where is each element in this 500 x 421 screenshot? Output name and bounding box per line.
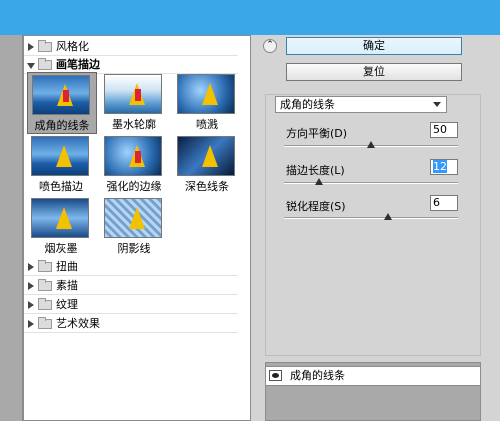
thumb-image [104,198,162,238]
thumb-image [177,74,235,114]
thumb-image [31,198,89,238]
expand-arrow-icon[interactable] [28,282,34,290]
thumb-image [104,74,162,114]
thumbnail-sumi-e[interactable]: 烟灰墨 [27,196,97,258]
thumb-image [31,136,89,176]
thumbnail-label: 成角的线条 [34,119,90,132]
expand-arrow-icon[interactable] [28,301,34,309]
slider-thumb[interactable] [384,213,393,220]
category-label: 素描 [56,279,78,292]
folder-icon [38,298,52,310]
thumbnail-sprayed-strokes[interactable]: 喷色描边 [27,134,97,196]
effect-layer-label: 成角的线条 [290,369,345,382]
folder-icon [38,40,52,52]
category-stylize[interactable]: 风格化 [24,38,238,56]
folder-icon [38,317,52,329]
param-label-stroke-length: 描边长度(L) [286,164,345,177]
thumb-image [177,136,235,176]
thumbnail-label: 阴影线 [117,242,151,255]
filter-select[interactable]: 成角的线条 [275,96,447,113]
expand-arrow-icon[interactable] [28,320,34,328]
eye-icon[interactable] [269,370,282,381]
expand-arrow-icon[interactable] [28,43,34,51]
filter-select-value: 成角的线条 [280,98,335,111]
thumbnail-label: 喷色描边 [39,180,83,193]
param-label-direction-balance: 方向平衡(D) [286,127,348,140]
thumbnail-spatter[interactable]: 喷溅 [173,72,243,134]
thumbnail-angled-strokes[interactable]: 成角的线条 [27,72,97,134]
ok-button[interactable]: 确定 [286,37,462,55]
thumbnail-label: 强化的边缘 [106,180,162,193]
expand-arrow-icon[interactable] [28,263,34,271]
folder-icon [38,260,52,272]
stroke-length-input[interactable]: 12 [430,159,458,175]
effect-layer-row[interactable]: 成角的线条 [265,366,481,386]
folder-icon [38,279,52,291]
category-label: 纹理 [56,298,78,311]
chevron-down-icon [433,102,441,107]
category-texture[interactable]: 纹理 [24,296,238,314]
filter-gallery: 风格化 画笔描边 成角的线条 墨水轮廓 喷溅 喷色描边 强化的边缘 深色线条 烟… [23,35,251,421]
category-distort[interactable]: 扭曲 [24,258,238,276]
sharpness-slider[interactable] [284,217,458,219]
stroke-length-slider[interactable] [284,182,458,184]
thumbnail-label: 烟灰墨 [44,242,78,255]
sharpness-input[interactable]: 6 [430,195,458,211]
thumbnail-dark-strokes[interactable]: 深色线条 [173,134,243,196]
folder-open-icon [38,58,52,70]
thumbnail-accented-edges[interactable]: 强化的边缘 [100,134,170,196]
category-artistic[interactable]: 艺术效果 [24,315,238,333]
window-title-bar [0,0,500,35]
thumb-image [104,136,162,176]
collapse-gallery-button[interactable]: ⌃ [263,39,277,53]
thumbnail-label: 墨水轮廓 [112,118,156,131]
category-label: 艺术效果 [56,317,100,330]
direction-balance-input[interactable]: 50 [430,122,458,138]
thumbnail-label: 深色线条 [185,180,229,193]
category-sketch[interactable]: 素描 [24,277,238,295]
slider-thumb[interactable] [314,178,323,185]
thumbnail-ink-outlines[interactable]: 墨水轮廓 [100,72,170,134]
collapse-arrow-icon[interactable] [27,63,35,69]
thumbnail-label: 喷溅 [196,118,218,131]
category-label: 扭曲 [56,260,78,273]
preview-pane-edge [0,35,23,421]
slider-thumb[interactable] [367,141,375,148]
param-label-sharpness: 锐化程度(S) [286,200,346,213]
reset-button[interactable]: 复位 [286,63,462,81]
thumb-image [32,75,90,115]
thumbnail-crosshatch[interactable]: 阴影线 [100,196,170,258]
category-label: 风格化 [56,40,89,53]
